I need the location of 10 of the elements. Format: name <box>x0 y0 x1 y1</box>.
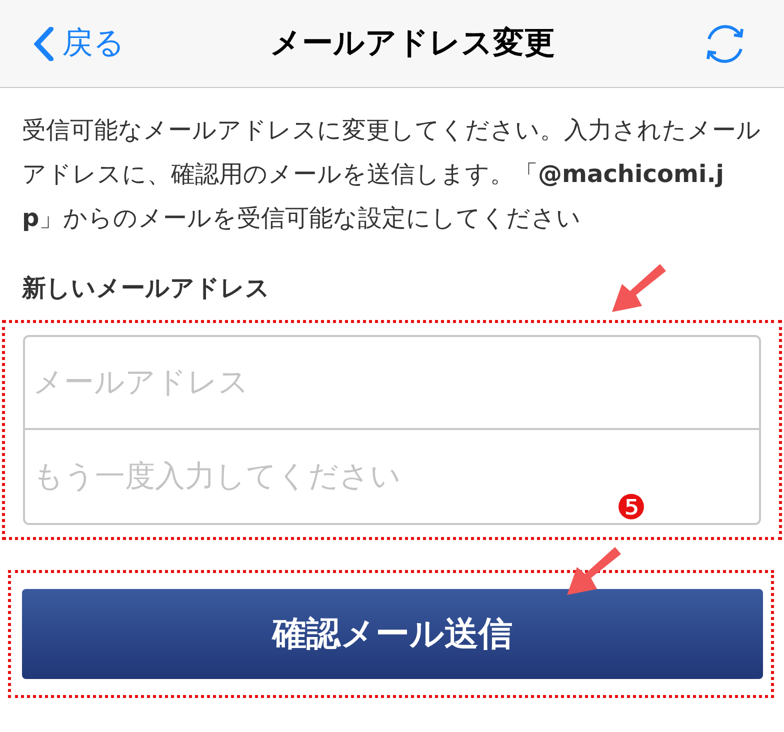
arrow-icon <box>565 545 621 595</box>
submit-button[interactable]: 確認メール送信 <box>22 589 763 679</box>
arrow-icon <box>610 262 666 312</box>
step-number: ❺ <box>616 488 646 528</box>
field-label: 新しいメールアドレス <box>22 273 270 304</box>
page-title: メールアドレス変更 <box>270 24 555 64</box>
description-text: 受信可能なメールアドレスに変更してください。入力されたメールアドレスに、確認用のメールを送信します。「@machicomi.jp」からのメールを受信可能な設定にしてください <box>21 115 762 234</box>
back-button[interactable]: 戻る <box>34 20 125 67</box>
email-input[interactable]: メールアドレス <box>23 335 761 430</box>
chevron-left-icon <box>34 26 54 60</box>
